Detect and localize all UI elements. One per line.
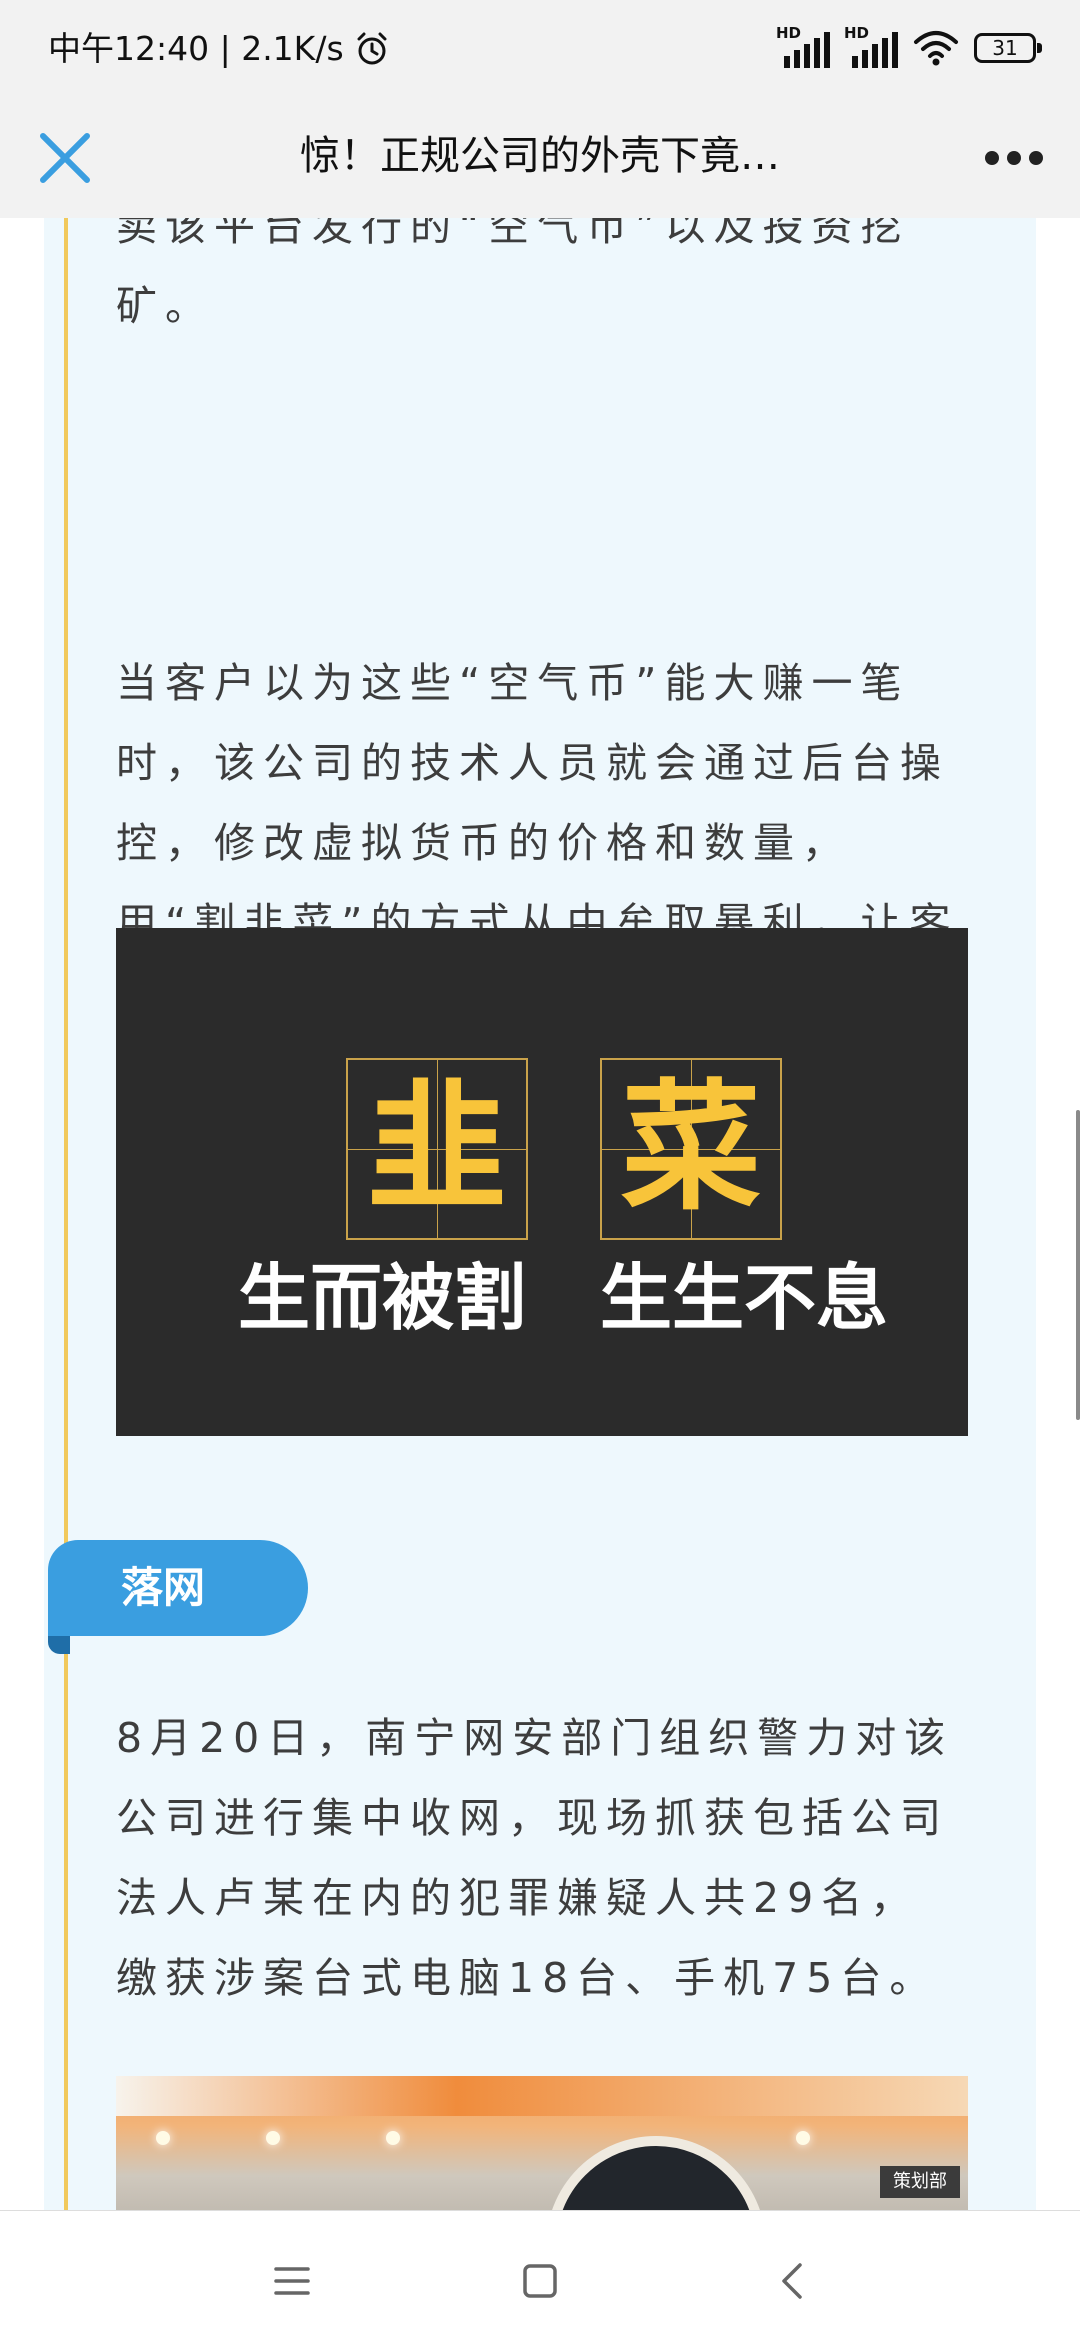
glyph-char: 韭 [366,1067,507,1230]
system-nav-bar [0,2210,1080,2340]
signal-icon: HD [844,24,898,68]
article-content[interactable]: 卖该平台发行的“空气币”以及投资挖矿。 当客户以为这些“空气币”能大赚一笔时，该… [0,218,1080,2210]
status-left: 中午12:40 | 2.1K/s [48,26,390,72]
wifi-icon [914,31,958,66]
photo-ceiling [116,2076,968,2116]
photo-light [796,2131,810,2145]
more-dots-icon [985,151,1043,165]
article-paragraph: 卖该平台发行的“空气币”以及投资挖矿。 [116,218,910,330]
battery-level: 31 [992,36,1018,60]
article-paragraph: 8月20日，南宁网安部门组织警力对该公司进行集中收网，现场抓获包括公司法人卢某在… [116,1714,954,2002]
close-icon [40,133,90,183]
close-button[interactable] [30,123,100,193]
home-icon [523,2264,557,2298]
more-button[interactable] [974,123,1054,193]
photo-arch [546,2136,766,2210]
office-photo[interactable]: 策划部 [116,2076,968,2210]
slogan-text: 生生不息 [600,1256,889,1340]
glyph-box: 韭 [346,1058,528,1240]
back-button[interactable] [762,2251,822,2311]
glyph-char: 菜 [620,1067,761,1230]
decorative-line [64,218,68,2210]
screen: 中午12:40 | 2.1K/s HD HD 31 惊！正规公司的外壳下竟… 卖… [0,0,1080,2340]
photo-light [266,2131,280,2145]
menu-button[interactable] [262,2251,322,2311]
alarm-icon [357,32,387,65]
slogan-text: 生而被割 [238,1256,527,1340]
section-tag: 落网 [48,1540,308,1636]
status-time-network: 中午12:40 | 2.1K/s [48,29,344,68]
back-icon [782,2263,802,2299]
status-right: HD HD 31 [776,24,1042,68]
header-bar: 惊！正规公司的外壳下竟… [0,98,1080,218]
glyph-box: 菜 [600,1058,782,1240]
photo-light [156,2131,170,2145]
page-title: 惊！正规公司的外壳下竟… [300,133,780,179]
photo-sign: 策划部 [880,2166,960,2198]
home-button[interactable] [510,2251,570,2311]
battery-icon: 31 [974,33,1042,63]
leek-image[interactable]: 韭 菜 生而被割 生生不息 [116,928,968,1436]
menu-icon [274,2267,310,2295]
scroll-indicator[interactable] [1076,1110,1080,1420]
status-bar: 中午12:40 | 2.1K/s HD HD 31 [0,0,1080,98]
photo-light [386,2131,400,2145]
signal-icon: HD [776,24,830,68]
